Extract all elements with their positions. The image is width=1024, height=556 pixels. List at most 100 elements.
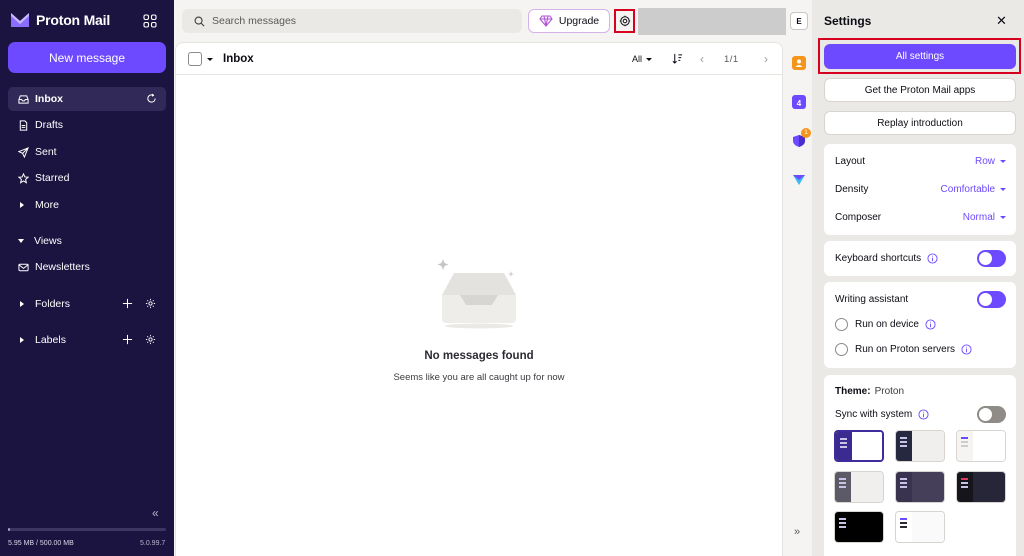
select-all-checkbox[interactable] bbox=[188, 52, 202, 66]
sidebar-item-more[interactable]: More bbox=[8, 193, 166, 217]
density-dropdown[interactable]: Comfortable bbox=[941, 184, 1006, 195]
theme-tile-pearl[interactable] bbox=[834, 471, 884, 503]
density-value: Comfortable bbox=[940, 183, 995, 195]
folder-settings-gear-icon[interactable] bbox=[145, 298, 156, 309]
star-icon bbox=[18, 172, 29, 184]
page-indicator: 1/1 bbox=[724, 54, 739, 65]
sidebar-item-inbox[interactable]: Inbox bbox=[8, 87, 166, 111]
sidebar-section-folders[interactable]: Folders bbox=[8, 292, 166, 316]
search-input[interactable] bbox=[212, 15, 502, 27]
message-list: Inbox All ‹ 1/1 › No messages found Seem… bbox=[175, 42, 783, 556]
sidebar-item-starred[interactable]: Starred bbox=[8, 166, 166, 190]
previous-page-chevron-icon[interactable]: ‹ bbox=[700, 52, 704, 66]
filter-dropdown[interactable]: All bbox=[632, 54, 653, 64]
sidebar-item-label: Folders bbox=[35, 298, 71, 310]
search-icon bbox=[194, 16, 205, 26]
apps-grid-icon[interactable] bbox=[143, 14, 157, 28]
expand-panel-icon[interactable]: » bbox=[794, 526, 800, 538]
redacted-area bbox=[638, 8, 786, 35]
run-on-servers-radio[interactable] bbox=[835, 342, 848, 356]
account-avatar[interactable]: E bbox=[790, 12, 808, 30]
caret-right-icon bbox=[20, 337, 24, 343]
top-bar: Upgrade bbox=[174, 0, 786, 42]
sidebar-item-drafts[interactable]: Drafts bbox=[8, 113, 166, 137]
layout-dropdown[interactable]: Row bbox=[975, 156, 1006, 167]
chevron-down-icon bbox=[646, 57, 653, 61]
all-settings-button[interactable]: All settings bbox=[824, 44, 1016, 69]
run-on-device-radio[interactable] bbox=[835, 317, 848, 331]
refresh-icon[interactable] bbox=[146, 93, 157, 104]
search-bar[interactable] bbox=[182, 9, 522, 33]
layout-row: Layout Row bbox=[835, 153, 1006, 169]
brand-logo[interactable]: Proton Mail bbox=[10, 12, 110, 28]
inbox-icon bbox=[18, 94, 29, 104]
sidebar-section-views[interactable]: Views bbox=[8, 229, 166, 253]
sidebar-item-label: Views bbox=[34, 235, 62, 247]
sidebar-item-label: More bbox=[35, 199, 59, 211]
keyboard-shortcuts-label: Keyboard shortcuts bbox=[835, 252, 922, 264]
composer-dropdown[interactable]: Normal bbox=[963, 212, 1006, 223]
sidebar-item-newsletters[interactable]: Newsletters bbox=[8, 255, 166, 279]
contacts-icon[interactable] bbox=[792, 56, 806, 70]
theme-tile-contrast-dark[interactable] bbox=[834, 511, 884, 543]
mailbox-title: Inbox bbox=[223, 53, 254, 65]
run-on-device-option[interactable]: Run on device bbox=[835, 316, 1006, 332]
sidebar-section-labels[interactable]: Labels bbox=[8, 328, 166, 352]
calendar-icon[interactable]: 4 bbox=[792, 95, 806, 109]
sort-icon[interactable] bbox=[672, 53, 683, 64]
theme-tile-monokai[interactable] bbox=[956, 471, 1006, 503]
label-settings-gear-icon[interactable] bbox=[145, 334, 156, 345]
add-label-icon[interactable] bbox=[122, 334, 133, 345]
density-label: Density bbox=[835, 183, 869, 195]
chevron-down-icon bbox=[1000, 159, 1006, 163]
storage-usage[interactable]: 5.95 MB / 500.00 MB bbox=[8, 540, 74, 547]
info-icon[interactable] bbox=[961, 343, 972, 355]
sidebar-item-label: Sent bbox=[35, 146, 57, 158]
theme-value: Proton bbox=[874, 385, 905, 397]
settings-title: Settings bbox=[824, 14, 872, 28]
display-settings-card: Layout Row Density Comfortable Composer … bbox=[824, 144, 1016, 235]
theme-tile-contrast-light[interactable] bbox=[895, 511, 945, 543]
close-icon[interactable]: ✕ bbox=[996, 13, 1007, 29]
upgrade-button[interactable]: Upgrade bbox=[528, 9, 610, 33]
vpn-button[interactable]: 1 bbox=[792, 128, 811, 148]
proton-vpn-triangle-icon[interactable] bbox=[792, 173, 806, 187]
sync-with-system-toggle[interactable] bbox=[977, 406, 1006, 423]
new-message-button[interactable]: New message bbox=[8, 42, 166, 73]
keyboard-shortcuts-toggle[interactable] bbox=[977, 250, 1006, 267]
theme-tile-snow[interactable] bbox=[956, 430, 1006, 462]
diamond-icon bbox=[539, 15, 553, 27]
sync-with-system-row: Sync with system bbox=[835, 406, 1006, 423]
add-folder-icon[interactable] bbox=[122, 298, 133, 309]
keyboard-shortcuts-row: Keyboard shortcuts bbox=[835, 250, 1006, 267]
proton-mail-logo-icon bbox=[11, 13, 29, 27]
brand-name: Proton Mail bbox=[36, 12, 111, 28]
settings-gear-button[interactable] bbox=[614, 9, 635, 33]
theme-tile-carbon[interactable] bbox=[895, 471, 945, 503]
upgrade-label: Upgrade bbox=[558, 15, 600, 27]
info-icon[interactable] bbox=[927, 252, 938, 264]
next-page-chevron-icon[interactable]: › bbox=[764, 52, 768, 66]
chevron-down-icon bbox=[1000, 187, 1006, 191]
composer-row: Composer Normal bbox=[835, 209, 1006, 225]
run-on-servers-label: Run on Proton servers bbox=[855, 343, 956, 355]
app-version[interactable]: 5.0.99.7 bbox=[140, 540, 165, 547]
info-icon[interactable] bbox=[918, 408, 929, 420]
settings-panel: Settings ✕ All settings Get the Proton M… bbox=[812, 0, 1024, 556]
replay-introduction-button[interactable]: Replay introduction bbox=[824, 111, 1016, 135]
composer-value: Normal bbox=[962, 211, 995, 223]
theme-label: Theme: bbox=[835, 385, 871, 397]
app-rail: E 4 1 » bbox=[786, 0, 812, 556]
select-options-caret-icon[interactable] bbox=[207, 58, 213, 61]
layout-label: Layout bbox=[835, 155, 866, 167]
run-on-servers-option[interactable]: Run on Proton servers bbox=[835, 341, 1006, 357]
theme-tile-carbon-light[interactable] bbox=[895, 430, 945, 462]
theme-tile-proton[interactable] bbox=[834, 430, 884, 462]
get-apps-button[interactable]: Get the Proton Mail apps bbox=[824, 78, 1016, 102]
storage-bar bbox=[8, 528, 166, 531]
caret-down-icon bbox=[18, 239, 24, 243]
info-icon[interactable] bbox=[925, 318, 936, 330]
sidebar-item-sent[interactable]: Sent bbox=[8, 140, 166, 164]
writing-assistant-toggle[interactable] bbox=[977, 291, 1006, 308]
collapse-sidebar-icon[interactable]: « bbox=[152, 506, 159, 520]
